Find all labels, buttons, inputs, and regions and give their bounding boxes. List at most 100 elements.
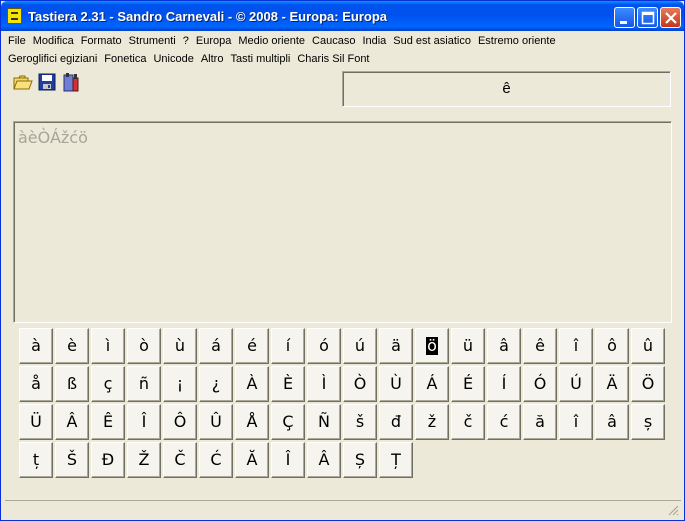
char-key[interactable]: â [595,404,629,440]
char-key[interactable]: Ž [127,442,161,478]
char-key[interactable]: É [451,366,485,402]
char-key[interactable]: ć [487,404,521,440]
char-key[interactable]: Î [127,404,161,440]
char-key[interactable]: û [631,328,665,364]
char-key-label: ö [426,336,438,355]
char-key[interactable]: ž [415,404,449,440]
char-key[interactable]: È [271,366,305,402]
char-key[interactable]: Ü [19,404,53,440]
char-key[interactable]: đ [379,404,413,440]
maximize-button[interactable] [637,7,658,28]
char-key[interactable]: Ú [559,366,593,402]
char-key[interactable]: Đ [91,442,125,478]
char-key[interactable]: à [19,328,53,364]
char-key[interactable]: ß [55,366,89,402]
char-key-label: à [31,336,41,355]
editor-text[interactable]: àèÒÁžćö [18,128,88,147]
char-key[interactable]: Ç [271,404,305,440]
menu-file[interactable]: File [5,32,29,50]
char-key[interactable]: À [235,366,269,402]
char-key[interactable]: ò [127,328,161,364]
text-editor[interactable]: àèÒÁžćö [13,121,672,323]
char-key[interactable]: â [487,328,521,364]
minimize-icon [620,21,627,24]
char-key[interactable]: ñ [127,366,161,402]
menu-europa[interactable]: Europa [193,32,234,50]
char-key[interactable]: Ș [343,442,377,478]
minimize-button[interactable] [614,7,635,28]
char-key[interactable]: Î [271,442,305,478]
menu-formato[interactable]: Formato [78,32,125,50]
char-key[interactable]: á [199,328,233,364]
char-key[interactable]: Ù [379,366,413,402]
char-key-label: č [463,412,473,431]
char-key[interactable]: ä [379,328,413,364]
char-key[interactable]: Ì [307,366,341,402]
char-key[interactable]: Ț [379,442,413,478]
char-key[interactable]: Ä [595,366,629,402]
char-key[interactable]: ú [343,328,377,364]
title-bar[interactable]: Tastiera 2.31 - Sandro Carnevali - © 200… [1,1,684,31]
char-key[interactable]: Ñ [307,404,341,440]
character-preview: ê [342,71,671,107]
char-key[interactable]: ș [631,404,665,440]
app-icon[interactable] [7,8,22,24]
char-key[interactable]: í [271,328,305,364]
char-key[interactable]: ê [523,328,557,364]
close-button[interactable] [660,7,681,28]
char-key[interactable]: ö [415,328,449,364]
menu-help[interactable]: ? [180,32,192,50]
menu-estremo-oriente[interactable]: Estremo oriente [475,32,559,50]
menu-altro[interactable]: Altro [198,50,227,68]
char-key[interactable]: é [235,328,269,364]
char-key[interactable]: Ê [91,404,125,440]
save-button[interactable] [36,71,58,93]
char-key[interactable]: Â [55,404,89,440]
char-key[interactable]: Ó [523,366,557,402]
char-key[interactable]: Í [487,366,521,402]
char-key[interactable]: ț [19,442,53,478]
info-button[interactable] [60,71,82,93]
char-key[interactable]: ¡ [163,366,197,402]
menu-geroglifici-egiziani[interactable]: Geroglifici egiziani [5,50,100,68]
char-key[interactable]: ç [91,366,125,402]
char-key-label: î [573,336,579,355]
char-key[interactable]: č [451,404,485,440]
menu-caucaso[interactable]: Caucaso [309,32,358,50]
char-key[interactable]: Á [415,366,449,402]
menu-medio-oriente[interactable]: Medio oriente [235,32,308,50]
menu-tasti-multipli[interactable]: Tasti multipli [227,50,293,68]
char-key[interactable]: Ć [199,442,233,478]
char-key[interactable]: Ö [631,366,665,402]
char-key[interactable]: Ò [343,366,377,402]
char-key[interactable]: Ô [163,404,197,440]
char-key[interactable]: Û [199,404,233,440]
menu-sud-est-asiatico[interactable]: Sud est asiatico [390,32,474,50]
char-key[interactable]: ô [595,328,629,364]
menu-strumenti[interactable]: Strumenti [126,32,179,50]
char-key[interactable]: Â [307,442,341,478]
char-key[interactable]: Š [55,442,89,478]
char-key[interactable]: ü [451,328,485,364]
char-key[interactable]: š [343,404,377,440]
menu-fonetica[interactable]: Fonetica [101,50,149,68]
menu-india[interactable]: India [359,32,389,50]
char-key[interactable]: Ă [235,442,269,478]
char-key[interactable]: è [55,328,89,364]
char-key[interactable]: Č [163,442,197,478]
menu-modifica[interactable]: Modifica [30,32,77,50]
char-key[interactable]: ó [307,328,341,364]
char-key[interactable]: ì [91,328,125,364]
menu-unicode[interactable]: Unicode [150,50,196,68]
char-key[interactable]: ¿ [199,366,233,402]
menu-charis-sil-font[interactable]: Charis Sil Font [294,50,372,68]
char-key[interactable]: Å [235,404,269,440]
resize-grip-icon[interactable] [667,504,679,516]
char-key[interactable]: å [19,366,53,402]
char-key[interactable]: î [559,328,593,364]
char-key[interactable]: î [559,404,593,440]
char-key-label: Î [285,450,291,469]
char-key[interactable]: ù [163,328,197,364]
char-key[interactable]: ă [523,404,557,440]
open-button[interactable] [12,71,34,93]
